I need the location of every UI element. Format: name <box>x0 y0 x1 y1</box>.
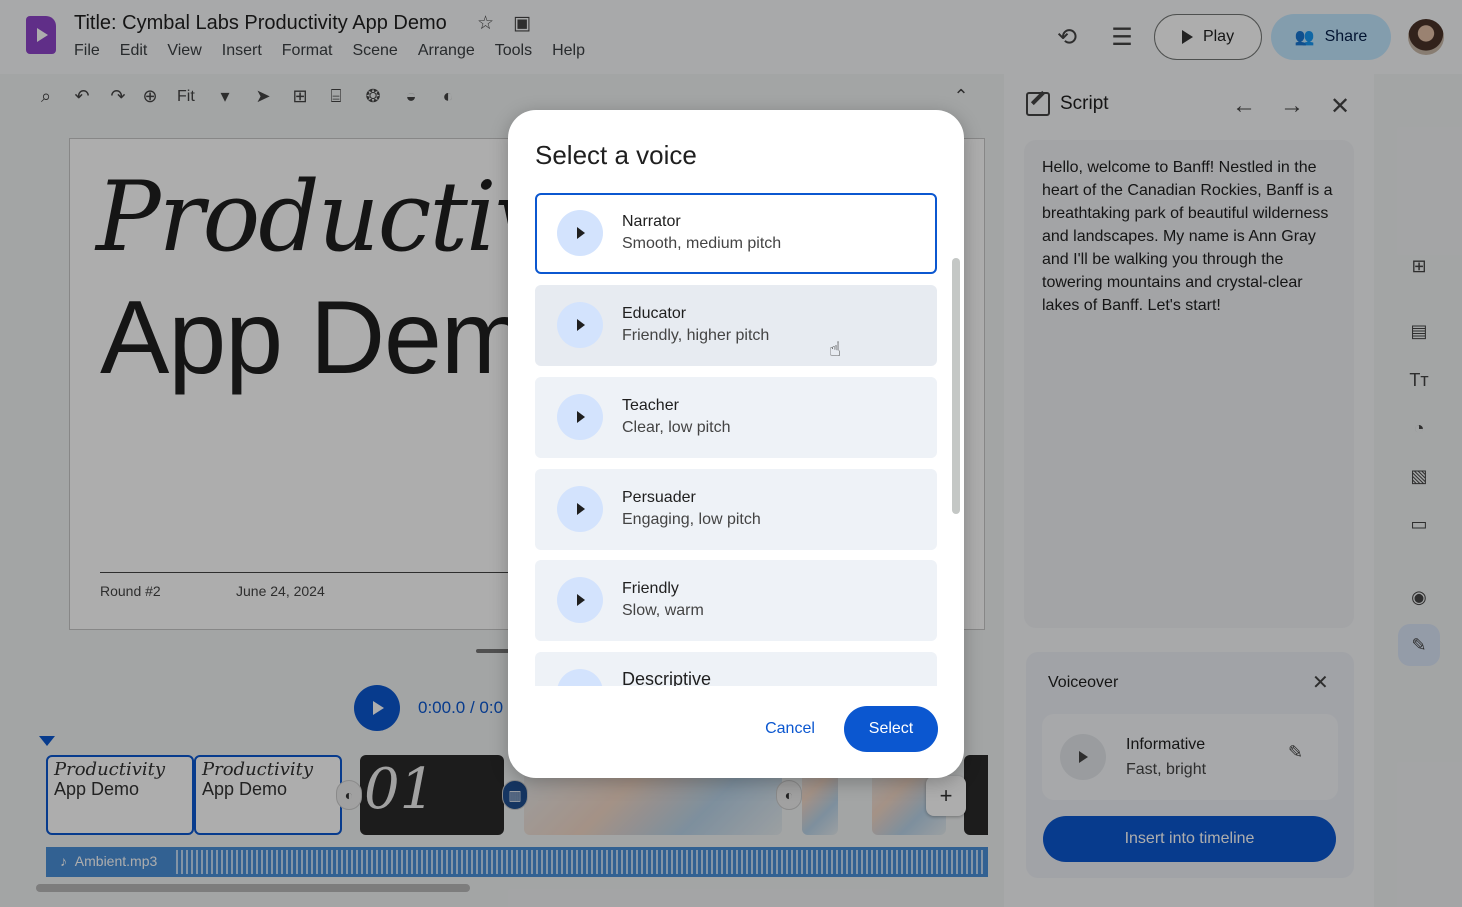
voice-option-friendly[interactable]: Friendly Slow, warm <box>535 560 937 641</box>
voice-name: Narrator <box>622 213 681 230</box>
voice-desc: Friendly, higher pitch <box>622 327 770 344</box>
voice-preview-play-button[interactable] <box>557 486 603 532</box>
voice-list-scrollbar[interactable] <box>952 258 960 514</box>
voice-preview-play-button[interactable] <box>557 577 603 623</box>
voice-option-persuader[interactable]: Persuader Engaging, low pitch <box>535 469 937 550</box>
voice-option-narrator[interactable]: Narrator Smooth, medium pitch <box>535 193 937 274</box>
voice-desc: Engaging, low pitch <box>622 511 761 528</box>
voice-desc: Smooth, medium pitch <box>622 235 782 252</box>
voice-option-educator[interactable]: Educator Friendly, higher pitch <box>535 285 937 366</box>
voice-name: Friendly <box>622 580 679 597</box>
voice-preview-play-button[interactable] <box>557 210 603 256</box>
select-button[interactable]: Select <box>844 706 938 752</box>
voice-option-descriptive[interactable]: Descriptive <box>535 652 937 686</box>
voice-preview-play-button[interactable] <box>557 302 603 348</box>
hand-pointer-icon: ☝ <box>829 339 842 361</box>
select-voice-dialog: Select a voice Narrator Smooth, medium p… <box>508 110 964 778</box>
voice-option-teacher[interactable]: Teacher Clear, low pitch <box>535 377 937 458</box>
voice-desc: Clear, low pitch <box>622 419 731 436</box>
voice-desc: Slow, warm <box>622 602 704 619</box>
voice-preview-play-button[interactable] <box>557 669 603 686</box>
voice-name: Educator <box>622 305 687 322</box>
voice-preview-play-button[interactable] <box>557 394 603 440</box>
voice-list: Narrator Smooth, medium pitch Educator F… <box>535 193 939 686</box>
voice-name: Teacher <box>622 397 679 414</box>
voice-name: Persuader <box>622 489 696 506</box>
voice-name: Descriptive <box>622 669 712 686</box>
dialog-title: Select a voice <box>535 140 697 170</box>
cancel-button[interactable]: Cancel <box>744 706 836 752</box>
